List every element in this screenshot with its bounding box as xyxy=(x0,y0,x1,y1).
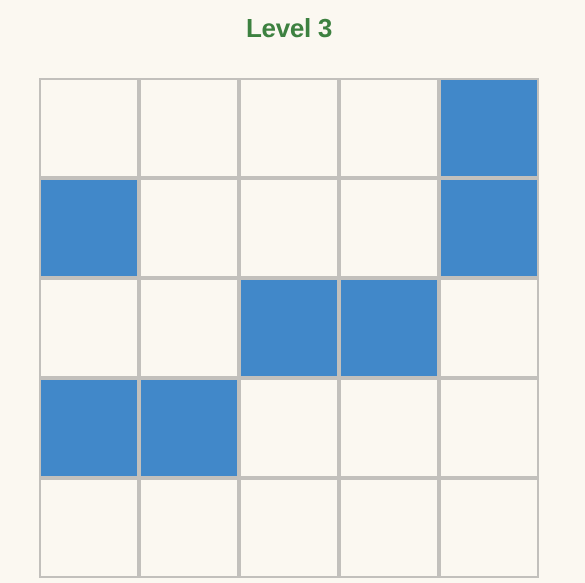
grid-cell-filled[interactable] xyxy=(39,178,139,278)
grid-cell-empty[interactable] xyxy=(239,78,339,178)
grid-cell-empty[interactable] xyxy=(439,278,539,378)
grid-cell-empty[interactable] xyxy=(339,478,439,578)
grid-cell-empty[interactable] xyxy=(339,178,439,278)
grid-cell-empty[interactable] xyxy=(239,478,339,578)
grid-cell-empty[interactable] xyxy=(39,78,139,178)
grid-cell-empty[interactable] xyxy=(139,278,239,378)
grid-cell-filled[interactable] xyxy=(239,278,339,378)
grid-cell-filled[interactable] xyxy=(139,378,239,478)
grid-cell-empty[interactable] xyxy=(39,478,139,578)
grid-cell-empty[interactable] xyxy=(339,378,439,478)
grid-cell-empty[interactable] xyxy=(239,178,339,278)
grid-cell-filled[interactable] xyxy=(439,78,539,178)
grid-cell-empty[interactable] xyxy=(139,78,239,178)
level-title: Level 3 xyxy=(245,13,333,43)
grid-cell-filled[interactable] xyxy=(339,278,439,378)
game-board xyxy=(39,78,539,578)
grid-cell-empty[interactable] xyxy=(439,378,539,478)
grid-cell-empty[interactable] xyxy=(139,178,239,278)
grid-cell-empty[interactable] xyxy=(439,478,539,578)
grid-cell-empty[interactable] xyxy=(139,478,239,578)
grid-cell-empty[interactable] xyxy=(339,78,439,178)
grid-cell-filled[interactable] xyxy=(39,378,139,478)
grid-cell-empty[interactable] xyxy=(239,378,339,478)
grid-cell-empty[interactable] xyxy=(39,278,139,378)
grid-cell-filled[interactable] xyxy=(439,178,539,278)
